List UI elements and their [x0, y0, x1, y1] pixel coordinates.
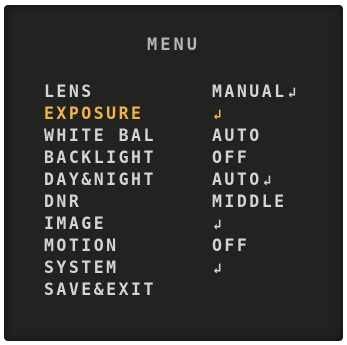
menu-item-label: BACKLIGHT [44, 147, 156, 167]
menu-item-value: MIDDLE [212, 191, 287, 211]
menu-item-label: MOTION [44, 235, 119, 255]
menu-item-white-bal[interactable]: WHITE BAL AUTO [44, 124, 334, 146]
menu-item-label: DNR [44, 191, 82, 211]
menu-item-value: AUTO [212, 125, 262, 145]
menu-item-lens[interactable]: LENS MANUAL↲ [44, 80, 334, 102]
enter-icon: ↲ [213, 216, 222, 233]
menu-item-label: WHITE BAL [44, 125, 156, 145]
menu-item-label: DAY&NIGHT [44, 169, 156, 189]
osd-screen: MENU LENS MANUAL↲ EXPOSURE ↲ WHITE BAL A… [4, 5, 343, 341]
menu-item-value: OFF [212, 235, 250, 255]
menu-item-value: OFF [212, 147, 250, 167]
enter-icon: ↲ [262, 172, 272, 189]
menu-item-day-night[interactable]: DAY&NIGHT AUTO↲ [44, 168, 334, 190]
menu-item-backlight[interactable]: BACKLIGHT OFF [44, 146, 334, 168]
menu-item-motion[interactable]: MOTION OFF [44, 234, 334, 256]
menu-item-value: ↲ [212, 104, 221, 123]
menu-item-label: IMAGE [44, 213, 107, 233]
menu-item-label: SYSTEM [44, 257, 119, 277]
menu-item-label: EXPOSURE [44, 103, 144, 123]
menu-item-value: ↲ [212, 214, 221, 233]
menu-item-value: ↲ [212, 258, 221, 277]
menu-item-value: MANUAL↲ [212, 81, 297, 101]
menu-item-label: SAVE&EXIT [44, 279, 156, 299]
menu-item-label: LENS [44, 81, 94, 101]
menu-item-value: AUTO↲ [212, 169, 272, 189]
menu-item-system[interactable]: SYSTEM ↲ [44, 256, 334, 278]
enter-icon: ↲ [213, 260, 222, 277]
menu-list: LENS MANUAL↲ EXPOSURE ↲ WHITE BAL AUTO B… [44, 80, 334, 300]
enter-icon: ↲ [287, 84, 297, 101]
enter-icon: ↲ [213, 106, 222, 123]
menu-item-save-exit[interactable]: SAVE&EXIT [44, 278, 334, 300]
menu-item-image[interactable]: IMAGE ↲ [44, 212, 334, 234]
menu-item-exposure[interactable]: EXPOSURE ↲ [44, 102, 334, 124]
menu-item-dnr[interactable]: DNR MIDDLE [44, 190, 334, 212]
menu-title: MENU [147, 35, 200, 55]
